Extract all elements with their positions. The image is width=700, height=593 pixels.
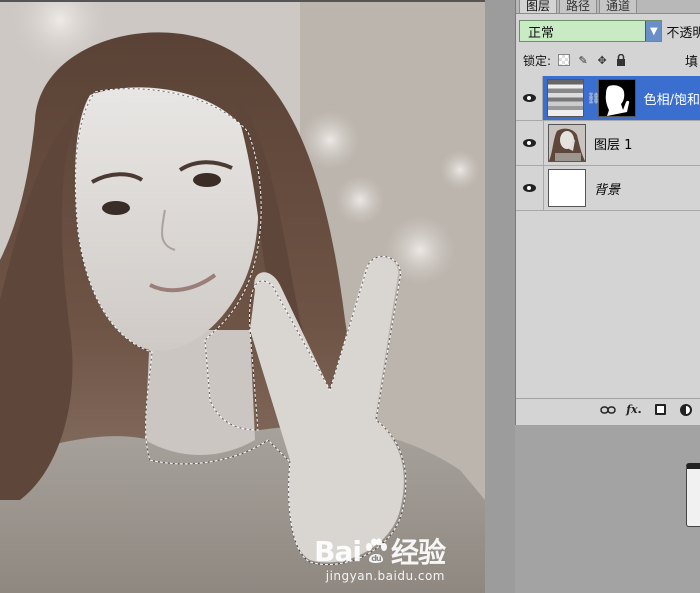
lock-label: 锁定: xyxy=(523,53,552,68)
layer-row-background[interactable]: 背景 xyxy=(516,166,700,211)
tab-paths[interactable]: 路径 xyxy=(559,0,598,13)
eye-icon[interactable] xyxy=(516,121,544,165)
tab-channels[interactable]: 通道 xyxy=(599,0,638,13)
layers-panel-toolbar: fx. xyxy=(516,398,700,420)
fill-label: 填 xyxy=(684,54,698,70)
svg-text:du: du xyxy=(371,554,382,563)
eye-icon[interactable] xyxy=(516,76,544,120)
collapsed-panel[interactable] xyxy=(686,463,700,527)
layer-row-layer-1[interactable]: 图层 1 xyxy=(516,121,700,166)
adjustment-layer-icon[interactable] xyxy=(678,403,694,417)
lock-move-icon[interactable]: ✥ xyxy=(596,54,608,67)
layers-panel: 图层 路径 通道 正常 ▼ 不透明 锁定: ✎ ✥ 填 ⛓ 色相/饱和 图层 1… xyxy=(515,0,700,425)
layers-list: ⛓ 色相/饱和 图层 1 背景 xyxy=(516,76,700,211)
photoshop-workspace: Bai du 经验 jingyan.baidu.com 图层 路径 通道 正常 … xyxy=(0,0,700,593)
blend-mode-row: 正常 ▼ 不透明 xyxy=(519,20,700,42)
add-mask-icon[interactable] xyxy=(652,403,668,417)
photo-image xyxy=(0,0,485,593)
canvas-margin xyxy=(485,0,515,593)
adjustment-layer-icon xyxy=(547,79,585,117)
blend-mode-select[interactable]: 正常 ▼ xyxy=(519,20,663,42)
layer-row-hue-saturation[interactable]: ⛓ 色相/饱和 xyxy=(516,76,700,121)
fx-icon[interactable]: fx. xyxy=(626,403,642,417)
lock-brush-icon[interactable]: ✎ xyxy=(577,54,589,67)
eye-icon[interactable] xyxy=(516,166,544,210)
lock-row: 锁定: ✎ ✥ 填 xyxy=(523,50,700,70)
link-icon[interactable] xyxy=(600,403,616,417)
panel-dock-empty xyxy=(515,425,700,593)
baidu-jingyan-watermark: Bai du 经验 jingyan.baidu.com xyxy=(314,531,446,584)
lock-all-icon[interactable] xyxy=(615,54,627,66)
opacity-label: 不透明 xyxy=(666,25,700,41)
layer-name: 色相/饱和 xyxy=(643,92,700,108)
tab-layers[interactable]: 图层 xyxy=(519,0,558,13)
layer-thumbnail xyxy=(548,124,586,162)
layer-thumbnail xyxy=(548,169,586,207)
watermark-brand-right: 经验 xyxy=(390,536,446,569)
panel-tabs: 图层 路径 通道 xyxy=(516,0,700,14)
watermark-url: jingyan.baidu.com xyxy=(325,569,445,583)
lock-transparency-icon[interactable] xyxy=(558,54,571,66)
blend-mode-value: 正常 xyxy=(528,25,555,41)
chevron-down-icon[interactable]: ▼ xyxy=(645,21,662,41)
document-canvas[interactable]: Bai du 经验 jingyan.baidu.com xyxy=(0,0,485,593)
baidu-paw-icon: du xyxy=(363,538,389,564)
watermark-brand-left: Bai xyxy=(314,534,362,568)
layer-mask-thumbnail[interactable] xyxy=(598,79,636,117)
layer-name: 背景 xyxy=(594,182,621,198)
layer-name: 图层 1 xyxy=(594,137,633,153)
link-icon[interactable]: ⛓ xyxy=(586,92,600,105)
